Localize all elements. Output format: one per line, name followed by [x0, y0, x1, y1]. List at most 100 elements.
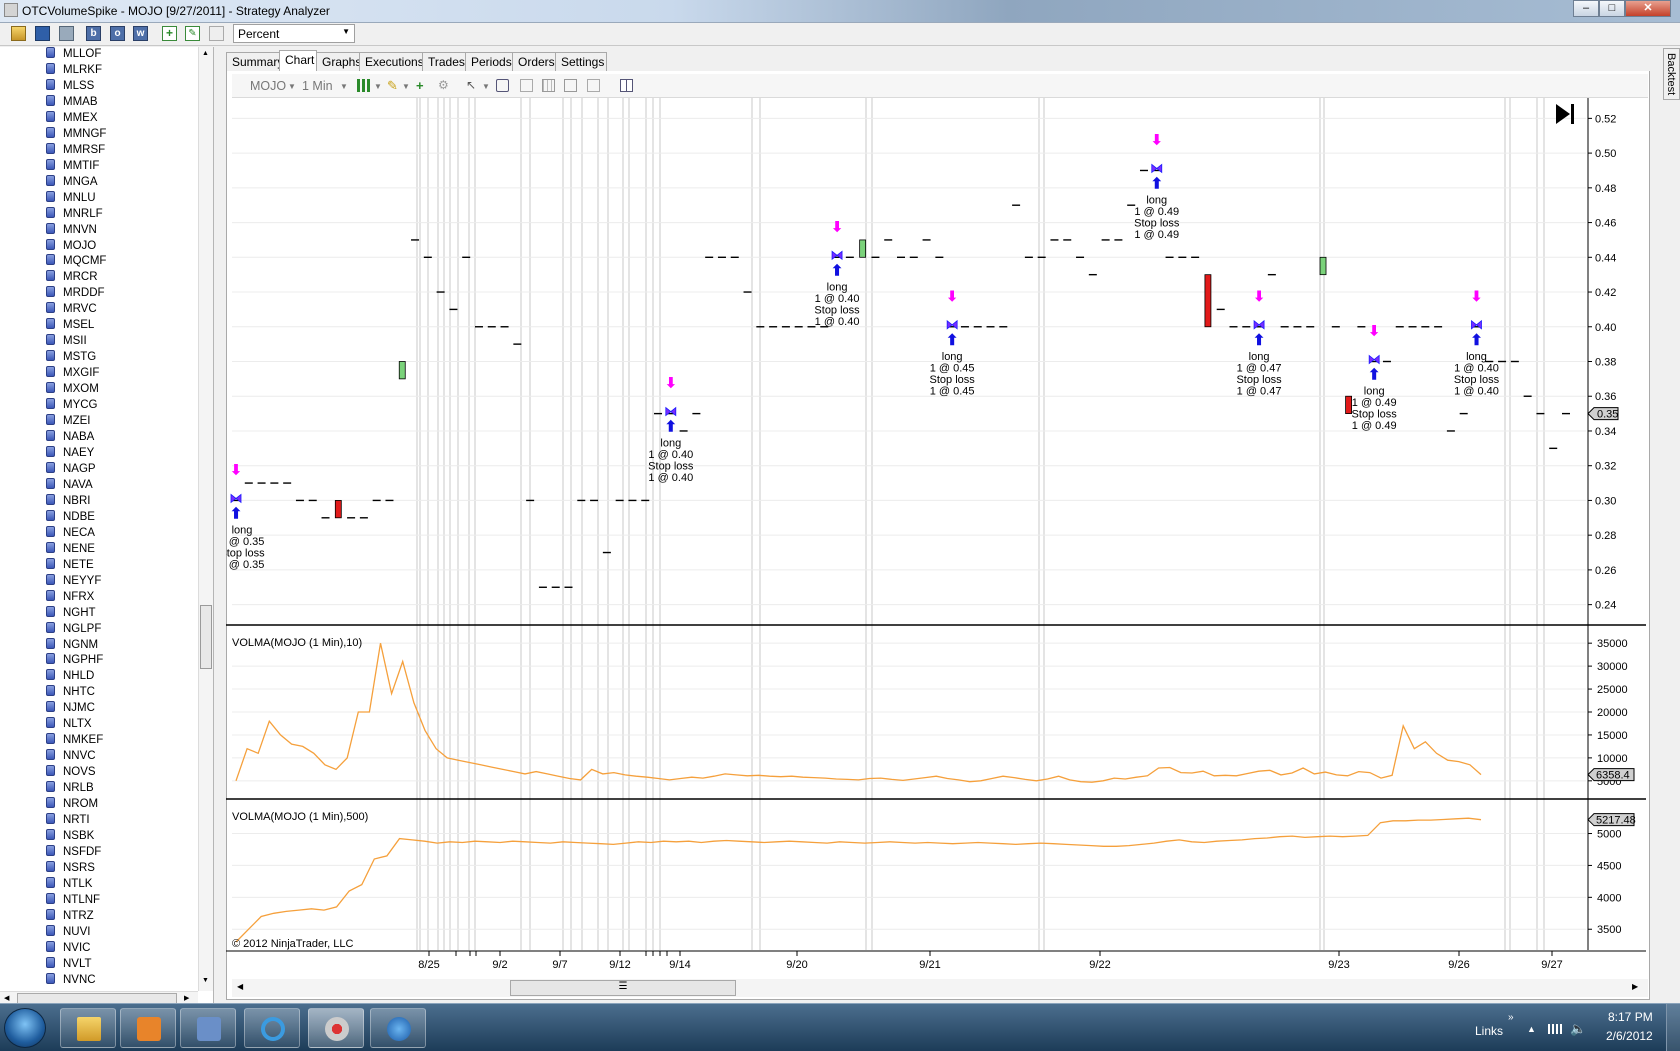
symbol-item[interactable]: NVNC — [46, 972, 96, 988]
symbol-item[interactable]: MMRSF — [46, 142, 105, 158]
symbol-item[interactable]: NHTC — [46, 684, 95, 700]
symbol-item[interactable]: MNLU — [46, 190, 96, 206]
symbol-item[interactable]: NSBK — [46, 828, 94, 844]
symbol-item[interactable]: MXOM — [46, 381, 99, 397]
add-icon[interactable]: + — [162, 26, 177, 41]
clock-time[interactable]: 8:17 PM — [1608, 1010, 1653, 1024]
scroll-down-icon[interactable]: ▼ — [202, 977, 209, 984]
symbol-item[interactable]: NGHT — [46, 605, 96, 621]
add-indicator-icon[interactable]: + — [416, 79, 430, 92]
close-button[interactable]: ✕ — [1625, 0, 1671, 17]
symbol-item[interactable]: NSRS — [46, 860, 95, 876]
symbol-item[interactable]: NNVC — [46, 748, 96, 764]
symbol-item[interactable]: MNVN — [46, 222, 97, 238]
symbol-item[interactable]: NEYYF — [46, 573, 101, 589]
remove-icon[interactable] — [209, 26, 224, 41]
symbol-item[interactable]: NOVS — [46, 764, 96, 780]
symbol-item[interactable]: MOJO — [46, 238, 96, 254]
scroll-right-icon[interactable]: ▶ — [1632, 982, 1638, 991]
network-icon[interactable] — [1548, 1024, 1562, 1034]
symbol-item[interactable]: NAEY — [46, 445, 94, 461]
symbol-item[interactable]: MRCR — [46, 269, 98, 285]
symbol-item[interactable]: NTRZ — [46, 908, 94, 924]
print-icon[interactable] — [59, 26, 74, 41]
symbol-item[interactable]: NVIC — [46, 940, 90, 956]
bold-b-icon[interactable]: b — [86, 26, 101, 41]
view-dropdown[interactable]: Percent ▼ — [233, 24, 355, 43]
symbol-item[interactable]: MMEX — [46, 110, 98, 126]
scroll-right-icon[interactable]: ▶ — [184, 994, 189, 1002]
bar-style-icon[interactable] — [357, 79, 371, 92]
symbol-item[interactable]: NENE — [46, 541, 95, 557]
scroll-left-icon[interactable]: ◀ — [4, 994, 9, 1002]
symbol-item[interactable]: MMAB — [46, 94, 98, 110]
scroll-thumb[interactable] — [200, 605, 212, 669]
chevron-right-icon[interactable]: » — [1508, 1012, 1514, 1023]
scroll-left-icon[interactable]: ◀ — [237, 982, 243, 991]
tab-orders[interactable]: Orders — [512, 52, 556, 71]
symbol-item[interactable]: MXGIF — [46, 365, 99, 381]
chevron-down-icon[interactable]: ▼ — [340, 82, 348, 91]
start-button[interactable] — [4, 1008, 46, 1048]
maximize-button[interactable]: □ — [1599, 0, 1625, 17]
chart-scrollbar[interactable]: ◀ ☰ ▶ — [232, 979, 1648, 997]
symbol-item[interactable]: MQCMF — [46, 253, 106, 269]
scroll-up-icon[interactable]: ▲ — [202, 50, 209, 57]
show-desktop-button[interactable] — [1666, 1004, 1680, 1051]
app-taskbar-button[interactable] — [180, 1008, 236, 1048]
strategy-icon[interactable]: ⚙ — [438, 79, 452, 92]
symbol-item[interactable]: NGPHF — [46, 652, 103, 668]
pencil-icon[interactable]: ✎ — [387, 79, 401, 92]
symbol-item[interactable]: NDBE — [46, 509, 95, 525]
tab-periods[interactable]: Periods — [465, 52, 513, 71]
data-box-icon[interactable] — [520, 79, 533, 92]
symbol-item[interactable]: NFRX — [46, 589, 94, 605]
symbol-item[interactable]: NABA — [46, 429, 94, 445]
symbol-item[interactable]: NGNM — [46, 637, 98, 653]
symbol-item[interactable]: NTLNF — [46, 892, 100, 908]
symbol-item[interactable]: NRTI — [46, 812, 90, 828]
symbol-item[interactable]: MLSS — [46, 78, 94, 94]
edit-icon[interactable]: ✎ — [185, 26, 200, 41]
tab-settings[interactable]: Settings — [555, 52, 607, 71]
itunes-taskbar-button[interactable] — [370, 1008, 426, 1048]
clock-date[interactable]: 2/6/2012 — [1606, 1029, 1653, 1043]
split-icon[interactable] — [620, 79, 633, 92]
chart-canvas[interactable]: 0.52 0.50 0.48 0.46 0.44 0.42 0.40 0.38 0.36 0.34… — [226, 98, 1650, 978]
chevron-down-icon[interactable]: ▼ — [482, 82, 490, 91]
tab-executions[interactable]: Executions — [359, 52, 424, 71]
symbol-item[interactable]: NLTX — [46, 716, 92, 732]
symbol-item[interactable]: NAVA — [46, 477, 93, 493]
symbol-item[interactable]: NAGP — [46, 461, 96, 477]
properties-icon[interactable] — [587, 79, 600, 92]
symbol-item[interactable]: MLRKF — [46, 62, 102, 78]
symbol-item[interactable]: MNRLF — [46, 206, 103, 222]
symbol-item[interactable]: NGLPF — [46, 621, 101, 637]
symbol-item[interactable]: NROM — [46, 796, 98, 812]
symbol-item[interactable]: NMKEF — [46, 732, 103, 748]
symbol-item[interactable]: MLLOF — [46, 47, 101, 62]
symbol-item[interactable]: MSTG — [46, 349, 96, 365]
show-hidden-icons-icon[interactable]: ▲ — [1527, 1024, 1536, 1034]
open-icon[interactable] — [11, 26, 26, 41]
symbol-item[interactable]: MSEL — [46, 317, 94, 333]
symbol-item[interactable]: MMTIF — [46, 158, 99, 174]
explorer-taskbar-button[interactable] — [60, 1008, 116, 1048]
save-icon[interactable] — [35, 26, 50, 41]
interval-selector[interactable]: 1 Min — [302, 79, 333, 93]
symbol-item[interactable]: NRLB — [46, 780, 94, 796]
symbol-item[interactable]: NTLK — [46, 876, 92, 892]
symbol-item[interactable]: NECA — [46, 525, 95, 541]
symbol-item[interactable]: NBRI — [46, 493, 90, 509]
symbol-item[interactable]: NSFDF — [46, 844, 101, 860]
tab-backtest[interactable]: Backtest — [1663, 48, 1680, 100]
symbol-item[interactable]: MSII — [46, 333, 87, 349]
symbol-item[interactable]: NETE — [46, 557, 94, 573]
instrument-selector[interactable]: MOJO — [250, 79, 286, 93]
w-icon[interactable]: w — [133, 26, 148, 41]
chart-image-icon[interactable] — [564, 79, 577, 92]
symbol-item[interactable]: NHLD — [46, 668, 94, 684]
symbol-item[interactable]: MRDDF — [46, 285, 105, 301]
links-toolbar[interactable]: Links — [1475, 1024, 1503, 1038]
media-player-taskbar-button[interactable] — [120, 1008, 176, 1048]
